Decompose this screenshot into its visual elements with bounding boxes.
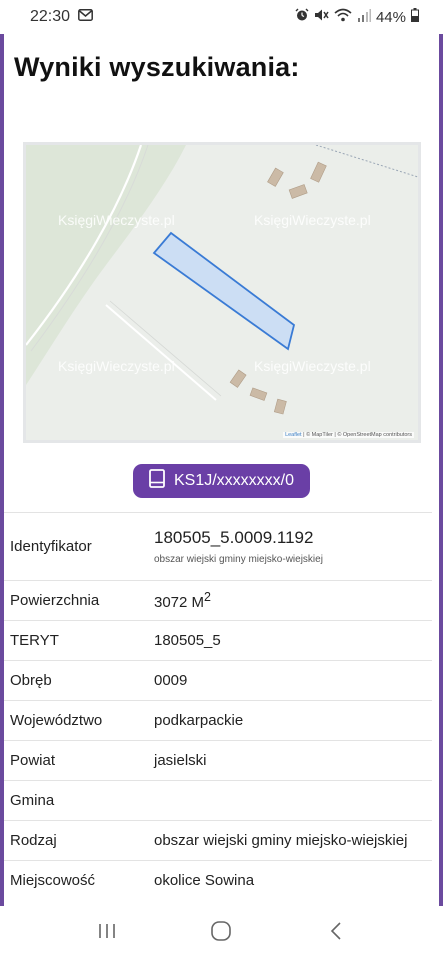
system-nav-bar (0, 906, 443, 960)
table-row: Województwo podkarpackie (4, 700, 432, 741)
table-row: Miejscowość okolice Sowina (4, 860, 432, 901)
parcel-map[interactable]: KsięgiWieczyste.pl KsięgiWieczyste.pl Ks… (23, 142, 421, 443)
parcel-details-table: Identyfikator 180505_5.0009.1192 obszar … (4, 512, 432, 901)
wifi-icon (334, 8, 352, 26)
battery-icon (411, 8, 419, 26)
battery-level: 44% (375, 8, 406, 26)
map-canvas[interactable]: KsięgiWieczyste.pl KsięgiWieczyste.pl Ks… (26, 145, 418, 440)
leaflet-link[interactable]: Leaflet (285, 432, 302, 438)
row-label: Identyfikator (4, 512, 142, 581)
row-label: Gmina (4, 780, 142, 821)
map-watermark: KsięgiWieczyste.pl (254, 358, 371, 374)
row-value: 0009 (142, 660, 432, 701)
row-label: Województwo (4, 700, 142, 741)
table-row: TERYT 180505_5 (4, 620, 432, 661)
mute-icon (314, 8, 329, 26)
attribution-text: | © MapTiler | © OpenStreetMap contribut… (303, 432, 412, 438)
status-time: 22:30 (30, 8, 71, 25)
table-row: Powiat jasielski (4, 740, 432, 781)
results-page: Wyniki wyszukiwania: KsięgiWieczyste.pl … (0, 34, 443, 906)
recent-apps-button[interactable] (77, 913, 137, 953)
parcel-id-subtitle: obszar wiejski gminy miejsko-wiejskiej (154, 554, 323, 565)
map-watermark: KsięgiWieczyste.pl (58, 358, 175, 374)
row-label: Obręb (4, 660, 142, 701)
row-value: obszar wiejski gminy miejsko-wiejskiej (142, 820, 432, 861)
row-label: Powierzchnia (4, 580, 142, 621)
book-icon (149, 469, 165, 493)
back-icon (329, 921, 343, 946)
table-row: Powierzchnia 3072 M2 (4, 580, 432, 621)
signal-icon (357, 8, 371, 26)
map-watermark: KsięgiWieczyste.pl (254, 212, 371, 228)
row-label: TERYT (4, 620, 142, 661)
status-bar: 22:30 44% (0, 0, 443, 34)
home-icon (210, 920, 232, 947)
row-value: jasielski (142, 740, 432, 781)
status-left: 22:30 (30, 8, 93, 26)
land-register-button[interactable]: KS1J/xxxxxxxx/0 (133, 464, 310, 498)
table-row: Gmina (4, 780, 432, 821)
page-title: Wyniki wyszukiwania: (14, 52, 300, 82)
area-value: 3072 M (154, 594, 205, 611)
map-watermark: KsięgiWieczyste.pl (58, 212, 175, 228)
row-value: okolice Sowina (142, 860, 432, 901)
table-row: Identyfikator 180505_5.0009.1192 obszar … (4, 512, 432, 581)
table-row: Obręb 0009 (4, 660, 432, 701)
area-unit-exponent: 2 (204, 590, 211, 604)
status-right: 44% (295, 8, 419, 26)
row-value (142, 780, 432, 821)
parcel-id: 180505_5.0009.1192 (154, 528, 314, 547)
back-button[interactable] (306, 913, 366, 953)
row-value-area: 3072 M2 (142, 580, 432, 621)
row-value: podkarpackie (142, 700, 432, 741)
row-label: Miejscowość (4, 860, 142, 901)
recent-apps-icon (97, 922, 117, 945)
gmail-icon (78, 8, 93, 26)
row-label: Powiat (4, 740, 142, 781)
row-label: Rodzaj (4, 820, 142, 861)
map-attribution: Leaflet | © MapTiler | © OpenStreetMap c… (283, 432, 414, 438)
home-button[interactable] (191, 913, 251, 953)
land-register-number: KS1J/xxxxxxxx/0 (173, 472, 295, 489)
alarm-icon (295, 8, 309, 26)
table-row: Rodzaj obszar wiejski gminy miejsko-wiej… (4, 820, 432, 861)
row-value: 180505_5 (142, 620, 432, 661)
row-value-identyfikator: 180505_5.0009.1192 obszar wiejski gminy … (142, 512, 432, 581)
